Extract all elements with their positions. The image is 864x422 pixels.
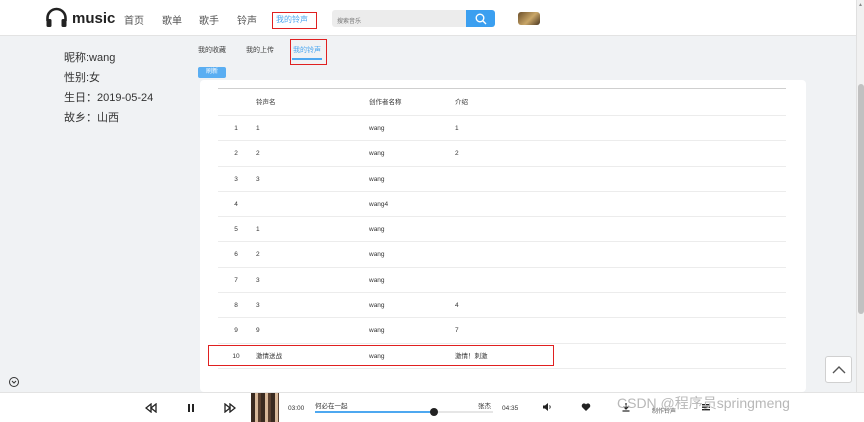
row-creator: wang: [369, 125, 385, 132]
row-index: 1: [234, 125, 238, 132]
chevron-up-icon: [832, 365, 845, 373]
table-header: 铃声名 创作者名称 介绍: [218, 89, 786, 116]
profile-birthday: 生日：2019-05-24: [64, 92, 154, 104]
progress-handle[interactable]: [430, 408, 439, 416]
scroll-up-arrow-icon[interactable]: ▲: [858, 2, 863, 8]
top-header: music 首页 歌单 歌手 铃声 我的铃声: [0, 0, 856, 36]
tab-favorites[interactable]: 我的收藏: [198, 45, 226, 55]
song-artist: 张杰: [478, 403, 491, 410]
row-index: 4: [234, 200, 238, 208]
row-name: 3: [256, 276, 260, 284]
search-icon: [475, 13, 486, 24]
total-time: 04:35: [502, 405, 519, 412]
highlight-box-nav: [272, 12, 317, 29]
row-creator: wang: [369, 150, 385, 158]
tab-uploads[interactable]: 我的上传: [246, 45, 274, 55]
fast-forward-icon: [224, 403, 236, 413]
table-row[interactable]: 7 3 wang: [218, 268, 786, 294]
row-name: 1: [256, 125, 260, 132]
rewind-icon: [145, 403, 157, 413]
nav-ringtones[interactable]: 铃声: [237, 12, 257, 27]
page-scrollbar[interactable]: ▲: [856, 0, 864, 392]
user-profile: 昵称:wang 性别:女 生日：2019-05-24 故乡：山西: [64, 48, 153, 128]
row-intro: 4: [455, 302, 459, 310]
row-creator: wang4: [369, 200, 389, 208]
search-button[interactable]: [466, 10, 495, 27]
previous-button[interactable]: [144, 401, 158, 415]
ringtone-table: 铃声名 创作者名称 介绍 1 1 wang 1 2 2 wang 2 3 3 w…: [218, 88, 786, 369]
table-row[interactable]: 6 2 wang: [218, 242, 786, 268]
column-header-creator: 创作者名称: [369, 99, 402, 106]
search-input[interactable]: [332, 13, 466, 31]
table-row[interactable]: 9 9 wang 7: [218, 318, 786, 344]
column-header-intro: 介绍: [455, 99, 468, 106]
back-to-top-button[interactable]: [825, 356, 852, 383]
row-index: 2: [234, 150, 238, 158]
column-header-name: 铃声名: [256, 99, 276, 106]
volume-icon: [543, 403, 551, 411]
row-index: 5: [234, 226, 238, 234]
row-index: 9: [234, 327, 238, 335]
current-time: 03:00: [288, 405, 305, 412]
row-creator: wang: [369, 175, 385, 183]
refresh-button[interactable]: 刷新: [198, 67, 226, 78]
row-creator: wang: [369, 327, 385, 335]
row-index: 7: [234, 276, 238, 284]
row-intro: 2: [455, 150, 459, 158]
csdn-watermark: CSDN @程序员springmeng: [617, 395, 790, 411]
profile-hometown: 故乡：山西: [64, 112, 119, 124]
row-index: 6: [234, 251, 238, 259]
table-row[interactable]: 3 3 wang: [218, 167, 786, 192]
row-index: 8: [234, 302, 238, 310]
heart-icon: [581, 403, 591, 411]
table-row[interactable]: 5 1 wang: [218, 217, 786, 243]
row-name: 1: [256, 226, 260, 234]
profile-gender: 性别:女: [64, 72, 101, 84]
row-index: 3: [234, 175, 238, 183]
row-name: 3: [256, 175, 260, 183]
next-button[interactable]: [223, 401, 237, 415]
table-row[interactable]: 4 wang4: [218, 192, 786, 218]
nav-home[interactable]: 首页: [124, 12, 144, 27]
scroll-thumb[interactable]: [858, 84, 864, 314]
pause-icon: [188, 404, 194, 412]
nav-singers[interactable]: 歌手: [199, 12, 219, 27]
logo-text: music: [72, 9, 116, 27]
nav-playlists[interactable]: 歌单: [162, 12, 182, 27]
progress-bar[interactable]: [315, 408, 493, 416]
profile-nickname: 昵称:wang: [64, 52, 116, 64]
highlight-box-tab: [290, 39, 327, 65]
headphones-icon: [46, 7, 67, 27]
row-creator: wang: [369, 276, 385, 284]
search-box: [332, 10, 466, 31]
pause-button[interactable]: [184, 401, 198, 415]
logo[interactable]: music: [44, 6, 115, 30]
progress-fill: [315, 411, 435, 413]
row-intro: 1: [455, 125, 459, 132]
table-row[interactable]: 1 1 wang 1: [218, 116, 786, 142]
row-creator: wang: [369, 251, 385, 259]
row-creator: wang: [369, 302, 385, 310]
chevron-down-icon: [11, 380, 17, 384]
row-name: 2: [256, 251, 260, 259]
row-name: 9: [256, 327, 260, 335]
table-row[interactable]: 8 3 wang 4: [218, 293, 786, 319]
table-row[interactable]: 2 2 wang 2: [218, 141, 786, 167]
row-name: 2: [256, 150, 260, 158]
row-creator: wang: [369, 226, 385, 234]
volume-button[interactable]: [541, 401, 553, 413]
like-button[interactable]: [580, 401, 592, 413]
album-cover[interactable]: [251, 393, 279, 422]
user-avatar[interactable]: [518, 12, 540, 25]
highlight-box-row: [208, 345, 554, 366]
song-title: 何必在一起: [315, 403, 348, 410]
row-name: 3: [256, 302, 260, 310]
collapse-button[interactable]: [9, 377, 19, 387]
row-intro: 7: [455, 327, 459, 335]
